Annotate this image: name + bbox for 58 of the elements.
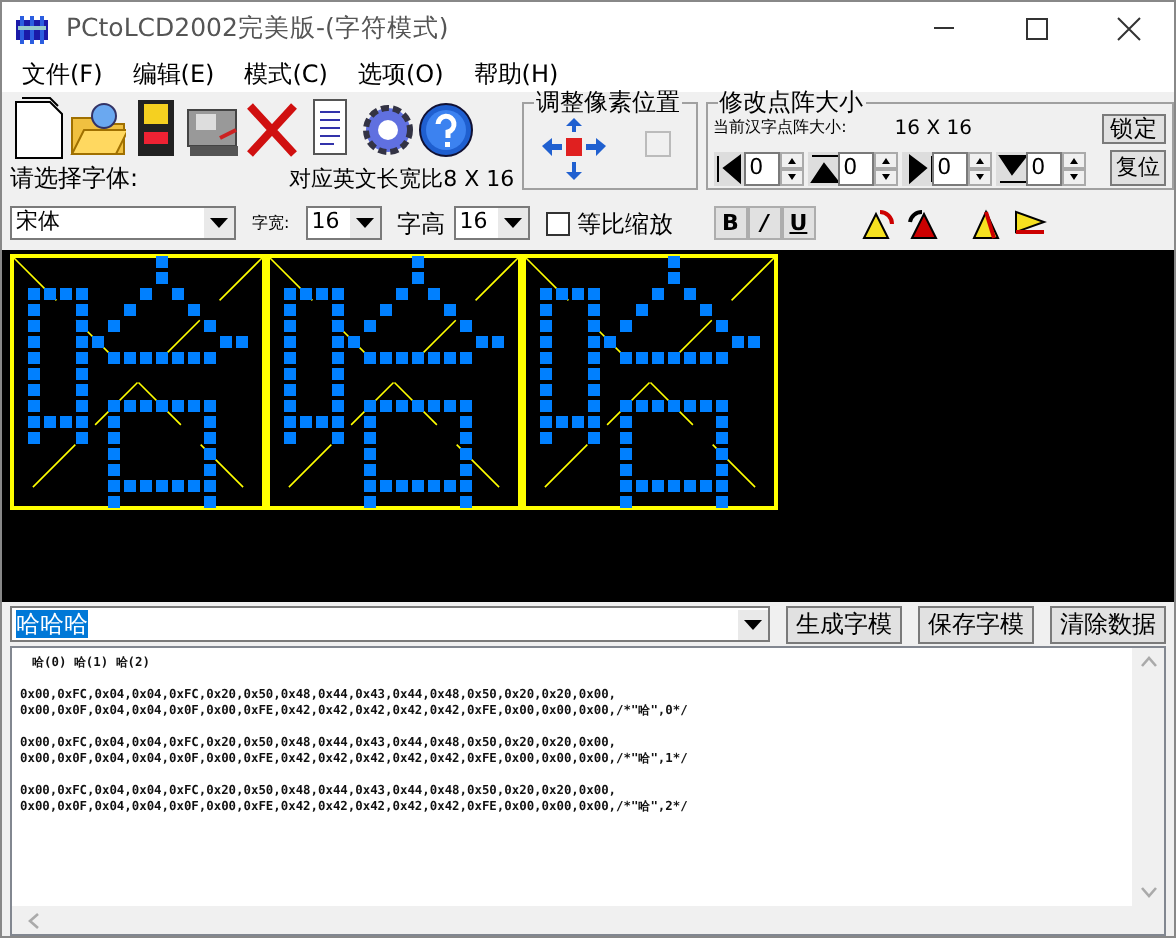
lock-button[interactable]: 锁定 [1102, 113, 1166, 143]
spin-buttons[interactable] [873, 151, 898, 185]
caret-icon [355, 218, 374, 228]
move-right-icon[interactable] [586, 138, 607, 156]
menu-item[interactable]: 模式(C) [232, 56, 346, 92]
size-value: 16 X 16 [894, 115, 972, 143]
new-document-icon[interactable] [10, 93, 68, 159]
maximize-icon[interactable] [1020, 16, 1052, 42]
app-icon [14, 13, 50, 45]
spin-buttons[interactable] [1061, 151, 1086, 185]
group-title: 调整像素位置 [534, 90, 683, 114]
font-select[interactable]: 宋体 [10, 206, 236, 240]
window-title: PCtoLCD2002完美版-(字符模式) [66, 10, 451, 47]
flip-vertical-icon[interactable] [967, 205, 1004, 241]
move-up-icon[interactable] [566, 118, 583, 132]
menu-item[interactable]: 文件(F) [10, 56, 121, 92]
spin-buttons[interactable] [779, 151, 804, 185]
trim-bottom-icon[interactable] [995, 151, 1026, 185]
horizontal-scrollbar[interactable] [12, 906, 1164, 934]
checkbox[interactable] [545, 211, 570, 235]
caret-icon [210, 218, 228, 228]
save-button[interactable]: 保存字模 [918, 605, 1034, 643]
spin-field[interactable]: 0 [743, 151, 780, 185]
generate-button[interactable]: 生成字模 [786, 605, 902, 643]
reset-button[interactable]: 复位 [1110, 150, 1166, 186]
menu-item[interactable]: 帮助(H) [461, 56, 577, 92]
clear-button[interactable]: 清除数据 [1050, 605, 1166, 643]
height-label: 字高 [397, 207, 446, 241]
text-input[interactable]: 哈哈哈 [10, 606, 770, 642]
checkbox-label: 等比缩放 [577, 207, 674, 241]
height-select[interactable]: 16 [453, 206, 530, 240]
ratio-label: 对应英文长宽比8 X 16 [289, 163, 515, 195]
frame-icon [645, 131, 672, 157]
menu-item[interactable]: 编辑(E) [120, 56, 233, 92]
move-left-icon[interactable] [542, 138, 563, 156]
rotate-left-icon[interactable] [859, 205, 896, 241]
center-icon[interactable] [566, 138, 583, 156]
group-title: 修改点阵大小 [717, 90, 866, 114]
caret-icon [503, 218, 522, 228]
close-icon[interactable] [1112, 16, 1144, 42]
spin-field[interactable]: 0 [837, 151, 874, 185]
font-label: 请选择字体: [8, 162, 139, 196]
width-select[interactable]: 16 [305, 206, 382, 240]
trim-left-icon[interactable] [713, 151, 744, 185]
rotate-right-icon[interactable] [903, 205, 940, 241]
spin-field[interactable]: 0 [1025, 151, 1062, 185]
underline-button[interactable]: U [781, 206, 816, 240]
spin-field[interactable]: 0 [931, 151, 968, 185]
size-label: 当前汉字点阵大小: [713, 116, 847, 140]
move-down-icon[interactable] [566, 162, 583, 180]
bold-button[interactable]: B [713, 206, 748, 240]
trim-right-icon[interactable] [901, 151, 932, 185]
spin-buttons[interactable] [967, 151, 992, 185]
width-label: 字宽: [252, 211, 290, 235]
trim-top-icon[interactable] [807, 151, 838, 185]
italic-button[interactable]: / [747, 206, 782, 240]
menu-item[interactable]: 选项(O) [345, 56, 462, 92]
caret-icon [744, 619, 762, 629]
